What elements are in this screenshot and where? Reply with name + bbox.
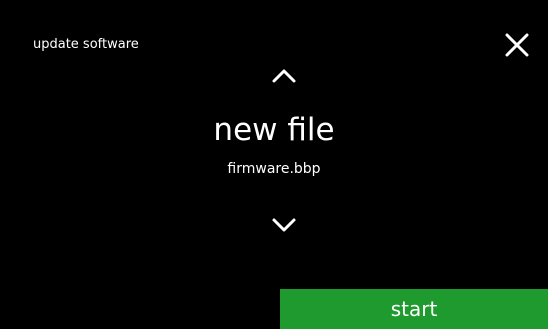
selected-item-filename: firmware.bbp bbox=[227, 161, 321, 177]
selected-item-title: new file bbox=[213, 112, 335, 148]
chevron-down-icon bbox=[272, 218, 296, 232]
scroll-down-button[interactable] bbox=[260, 210, 308, 240]
start-button-label: start bbox=[390, 297, 438, 321]
close-icon bbox=[505, 33, 529, 57]
screen: update software new file firmware.bbp st… bbox=[0, 0, 548, 329]
start-button[interactable]: start bbox=[280, 289, 548, 329]
close-button[interactable] bbox=[500, 28, 534, 62]
page-title: update software bbox=[33, 37, 139, 52]
scroll-up-button[interactable] bbox=[260, 60, 308, 90]
chevron-up-icon bbox=[272, 69, 296, 83]
